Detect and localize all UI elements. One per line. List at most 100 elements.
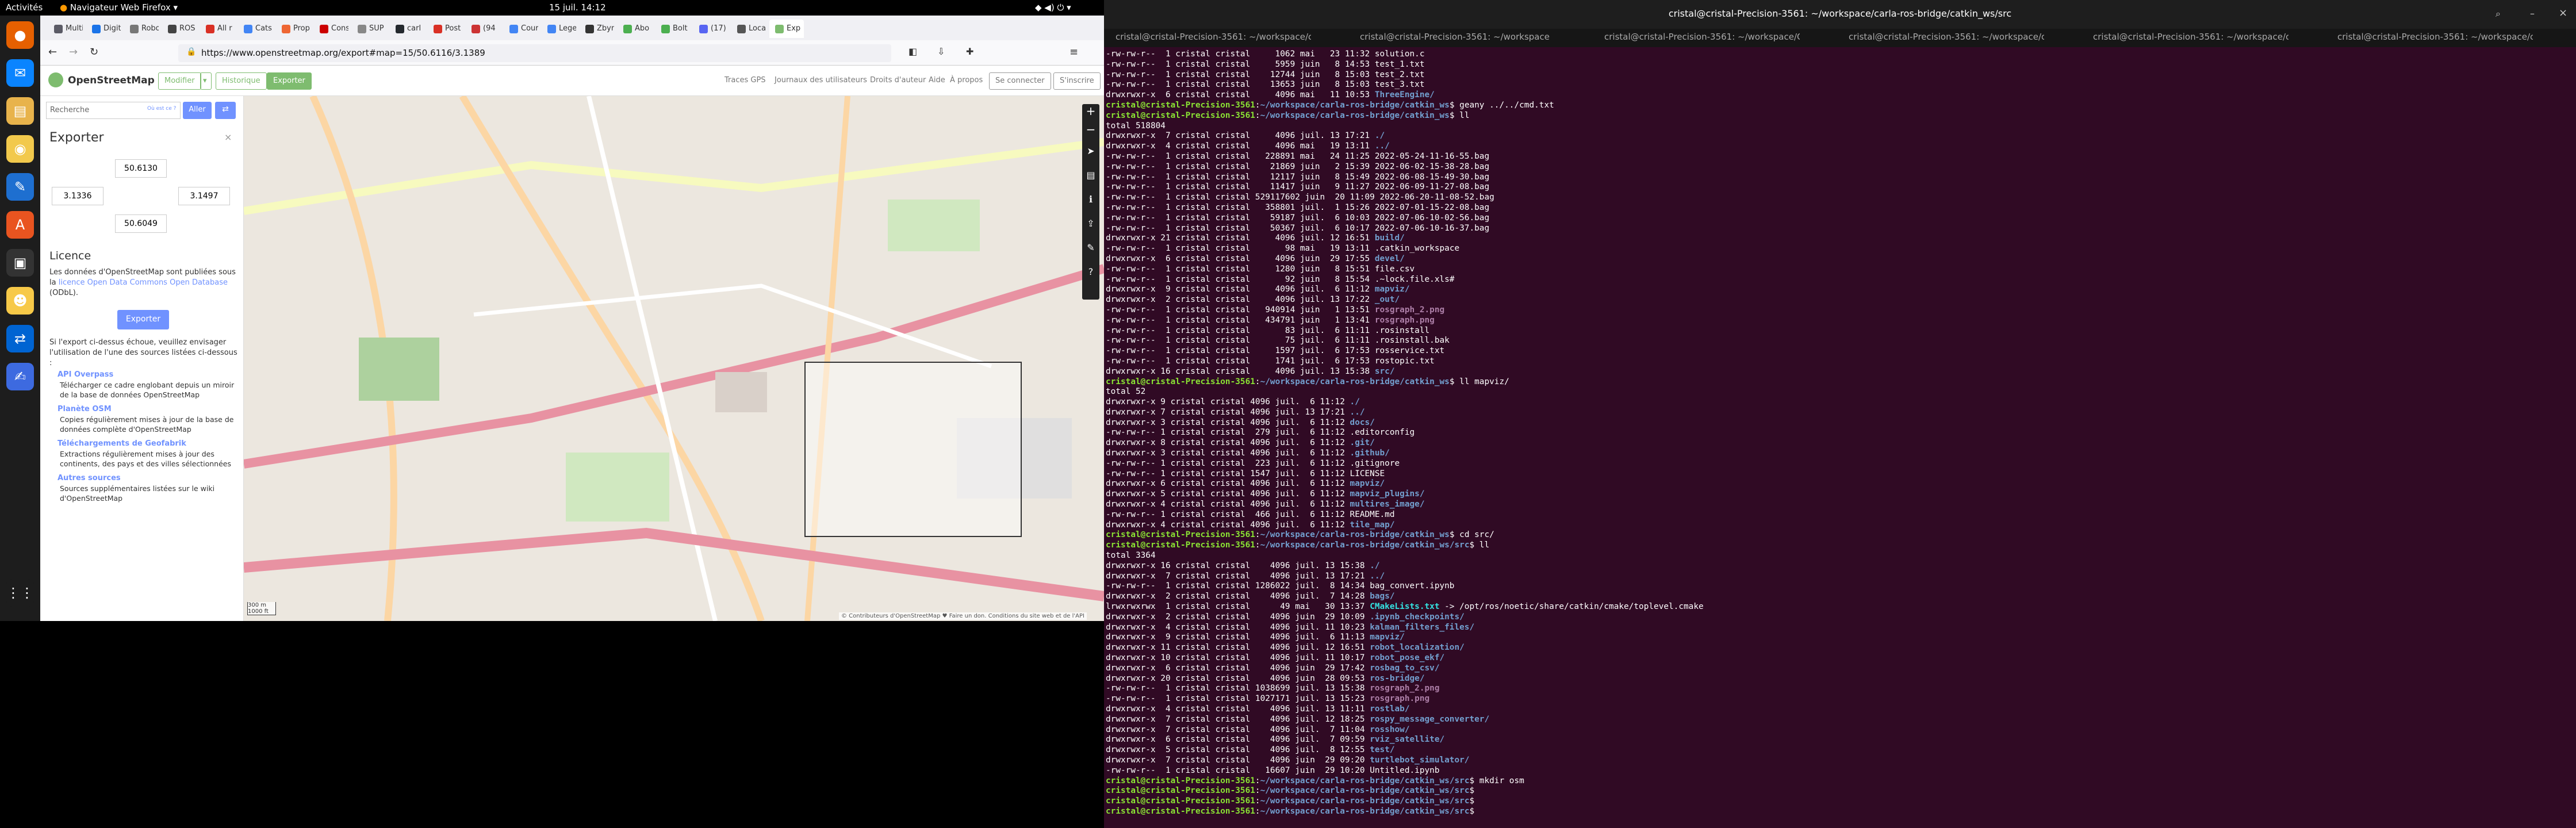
source-link[interactable]: API Overpass (57, 370, 236, 380)
browser-tab[interactable]: Loca (731, 20, 766, 38)
browser-tab[interactable]: Cons (314, 20, 348, 38)
browser-tab[interactable]: (94 (466, 20, 500, 38)
terminal-icon[interactable]: ▣ (6, 249, 34, 277)
terminal-tab[interactable]: cristal@cristal-Precision-3561: ~/worksp… (1604, 32, 1800, 42)
chat-icon[interactable]: ☻ (6, 287, 34, 315)
browser-tab[interactable]: Zbynyl (580, 20, 614, 38)
url-bar[interactable]: 🔒 https://www.openstreetmap.org/export#m… (178, 44, 891, 62)
pocket-icon[interactable]: ◧ (908, 46, 917, 57)
west-input[interactable]: 3.1336 (52, 187, 103, 205)
edit-dropdown-button[interactable]: ▾ (200, 72, 212, 90)
forward-icon[interactable]: → (69, 46, 78, 58)
terminal-line: -rw-rw-r-- 1 cristal cristal 358801 juil… (1106, 202, 1490, 212)
north-input[interactable]: 50.6130 (115, 159, 167, 178)
zoom-in-button[interactable]: + (1082, 104, 1099, 122)
history-button[interactable]: Historique (216, 72, 267, 90)
minimize-icon[interactable]: – (2530, 8, 2535, 19)
browser-tab[interactable]: Exp (769, 20, 804, 38)
directions-icon[interactable]: ⇄ (215, 102, 236, 119)
browser-tab[interactable]: carl (390, 20, 424, 38)
notes-icon[interactable]: ✍ (6, 363, 34, 390)
licence-link[interactable]: licence Open Data Commons Open Database (59, 278, 228, 287)
browser-tab[interactable]: Lege (542, 20, 576, 38)
clock[interactable]: 15 juil. 14:12 (549, 2, 606, 13)
browser-tab[interactable]: Cour (504, 20, 538, 38)
osm-logo-icon[interactable] (48, 72, 63, 87)
terminal-line: cristal@cristal-Precision-3561:~/workspa… (1106, 540, 1490, 550)
info-icon[interactable]: ℹ (1082, 189, 1099, 213)
remote-icon[interactable]: ⇄ (6, 325, 34, 352)
zoom-out-button[interactable]: − (1082, 122, 1099, 141)
login-button[interactable]: Se connecter (989, 72, 1051, 90)
close-icon[interactable]: × (2559, 7, 2567, 19)
search-input[interactable]: Recherche Où est ce ? (46, 102, 181, 119)
browser-tab[interactable]: All r (200, 20, 235, 38)
east-input[interactable]: 3.1497 (178, 187, 230, 205)
browser-tab[interactable]: SUP (352, 20, 386, 38)
signup-button[interactable]: S'inscrire (1053, 72, 1101, 90)
browser-tab[interactable]: Cats (238, 20, 273, 38)
close-icon[interactable]: × (224, 132, 232, 143)
map-tiles[interactable] (244, 96, 1104, 621)
system-tray[interactable]: ◆ ◀) ⏻ ▾ (1035, 2, 1071, 13)
browser-tab[interactable]: Post (428, 20, 462, 38)
help-link[interactable]: Aide (929, 76, 945, 85)
search-icon[interactable]: ⌕ (2496, 8, 2501, 20)
query-icon[interactable]: ? (1082, 262, 1099, 286)
browser-tab[interactable]: (17) (693, 20, 728, 38)
terminal-tab[interactable]: cristal@cristal-Precision-3561: ~/worksp… (1360, 32, 1555, 42)
about-link[interactable]: À propos (950, 76, 983, 85)
browser-tab[interactable]: Robot (124, 20, 159, 38)
gps-traces-link[interactable]: Traces GPS (724, 76, 766, 85)
url-text: https://www.openstreetmap.org/export#map… (201, 48, 485, 58)
export-button[interactable]: Exporter (117, 310, 169, 329)
browser-tab[interactable]: Prop (276, 20, 310, 38)
browser-tab[interactable]: ROS Re (162, 20, 197, 38)
app-center-icon[interactable]: A (6, 211, 34, 239)
source-link[interactable]: Téléchargements de Geofabrik (57, 439, 236, 449)
activities-button[interactable]: Activités (6, 2, 43, 13)
thunderbird-icon[interactable]: ✉ (6, 59, 34, 87)
menu-icon[interactable]: ≡ (1070, 46, 1078, 58)
source-link[interactable]: Autres sources (57, 473, 236, 484)
map-attribution[interactable]: © Contributeurs d'OpenStreetMap ♥ Faire … (839, 612, 1087, 620)
firefox-app-menu[interactable]: ● Navigateur Web Firefox ▾ (60, 2, 178, 13)
export-tab-button[interactable]: Exporter (267, 72, 312, 90)
files-icon[interactable]: ▤ (6, 97, 34, 125)
terminal-tab[interactable]: cristal@cristal-Precision-3561: ~/worksp… (2337, 32, 2533, 42)
downloads-icon[interactable]: ⇩ (937, 46, 945, 57)
terminal-tab[interactable]: cristal@cristal-Precision-3561: ~/worksp… (2093, 32, 2288, 42)
terminal-line: -rw-rw-r-- 1 cristal cristal 434791 juin… (1106, 315, 1435, 325)
south-input[interactable]: 50.6049 (115, 214, 167, 233)
export-selection-box[interactable] (804, 362, 1022, 537)
user-diaries-link[interactable]: Journaux des utilisateurs (775, 76, 867, 85)
browser-tab[interactable]: Multi (48, 20, 83, 38)
rhythmbox-icon[interactable]: ◉ (6, 135, 34, 163)
osm-brand[interactable]: OpenStreetMap (68, 75, 155, 86)
source-list: API Overpass Télécharger ce cadre engloba… (57, 370, 236, 508)
terminal-tab[interactable]: cristal@cristal-Precision-3561: ~/worksp… (1849, 32, 2044, 42)
map-view[interactable]: + − ➤ ▤ ℹ ⇪ ✎ ? 300 m 1000 ft © Contribut… (244, 96, 1104, 621)
locate-icon[interactable]: ➤ (1082, 141, 1099, 165)
source-link[interactable]: Planète OSM (57, 404, 236, 415)
where-is-this-link[interactable]: Où est ce ? (147, 106, 176, 112)
browser-tab[interactable]: Digit (86, 20, 121, 38)
edit-button[interactable]: Modifier (158, 72, 201, 90)
terminal-tab[interactable]: cristal@cristal-Precision-3561: ~/worksp… (1116, 32, 1311, 42)
layers-icon[interactable]: ▤ (1082, 165, 1099, 189)
copyright-link[interactable]: Droits d'auteur (870, 76, 926, 85)
firefox-icon[interactable]: ● (6, 21, 34, 49)
back-icon[interactable]: ← (48, 46, 57, 58)
terminal-line: drwxrwxr-x 9 cristal cristal 4096 juil. … (1106, 285, 1410, 294)
reload-icon[interactable]: ↻ (90, 46, 98, 58)
writer-icon[interactable]: ✎ (6, 173, 34, 201)
browser-tab[interactable]: Bolt (656, 20, 690, 38)
share-icon[interactable]: ⇪ (1082, 213, 1099, 237)
note-icon[interactable]: ✎ (1082, 237, 1099, 262)
extensions-icon[interactable]: ✚ (966, 46, 973, 57)
terminal-output[interactable]: -rw-rw-r-- 1 cristal cristal 1062 mai 23… (1104, 47, 2576, 828)
go-button[interactable]: Aller (183, 102, 212, 119)
apps-grid-icon[interactable]: ⋮⋮ (6, 579, 34, 607)
source-item: Autres sources Sources supplémentaires li… (57, 473, 236, 503)
browser-tab[interactable]: Abo (618, 20, 652, 38)
